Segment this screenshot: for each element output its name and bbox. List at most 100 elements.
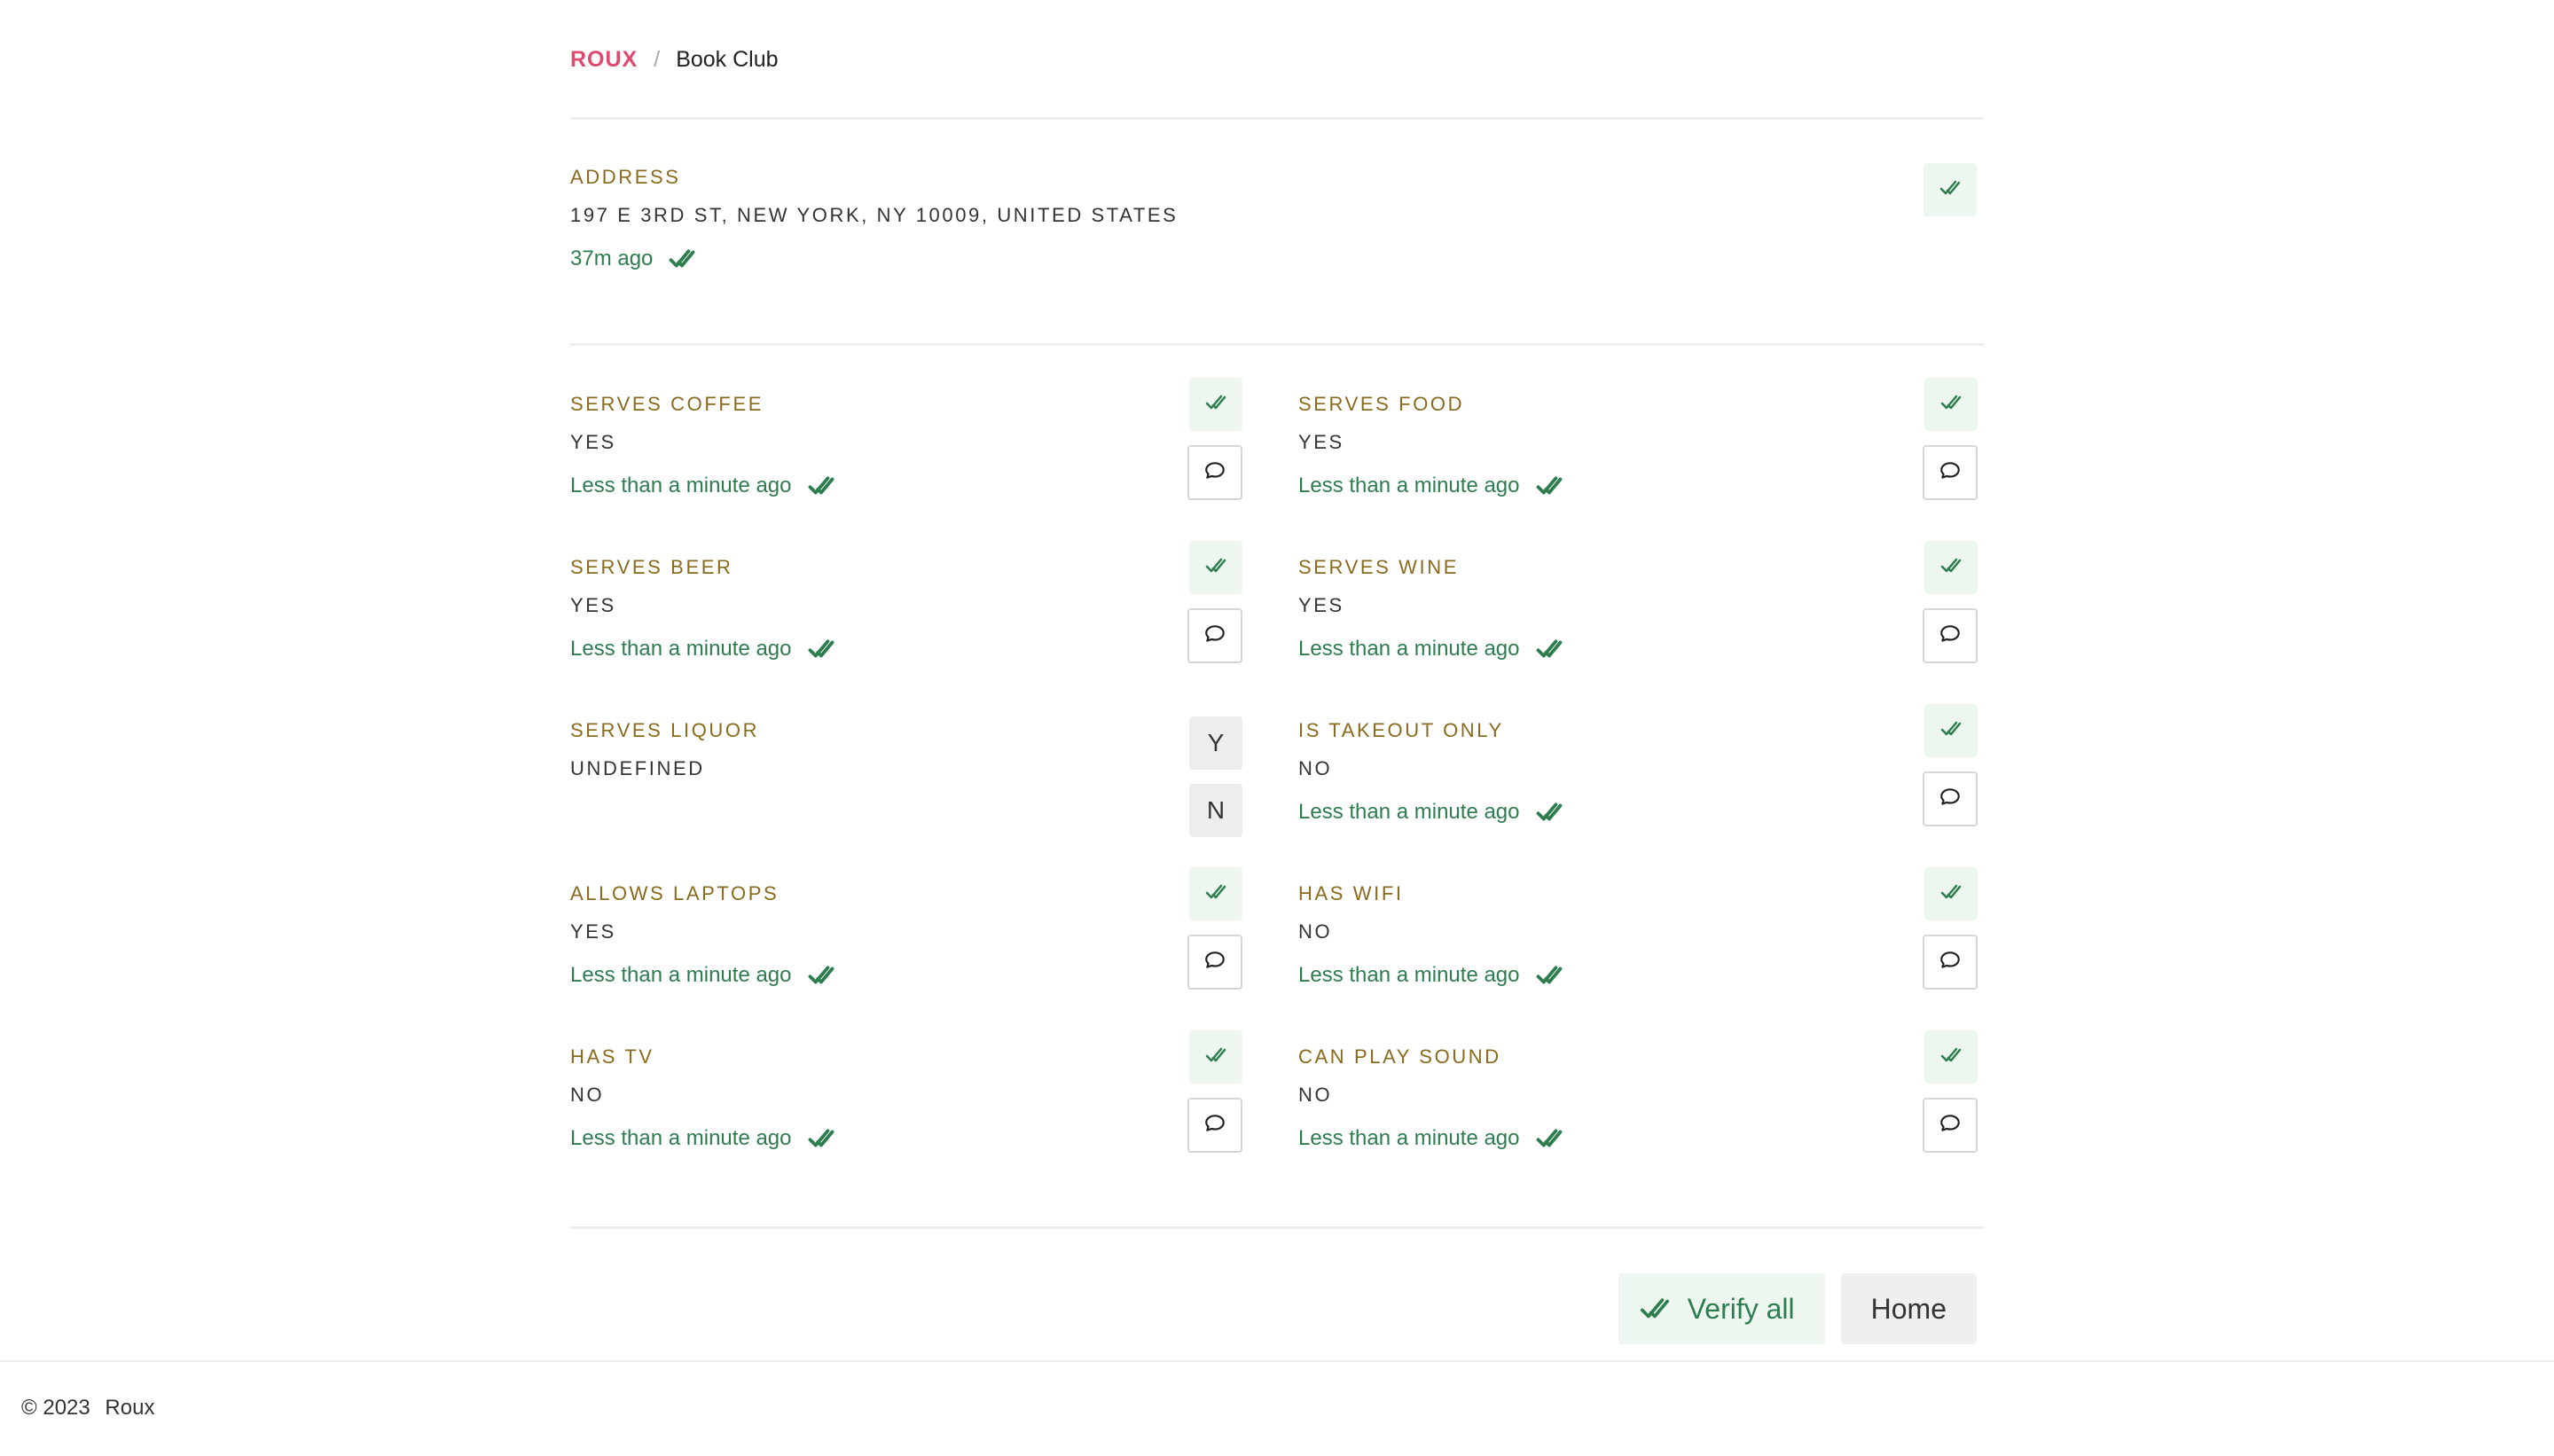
field-verified-time: Less than a minute ago xyxy=(1298,797,1563,827)
field-value: NO xyxy=(1298,757,1333,779)
footer-brand: Roux xyxy=(105,1396,155,1420)
field-label: ALLOWS LAPTOPS xyxy=(570,882,780,904)
verify-button[interactable] xyxy=(1189,378,1242,431)
double-check-icon xyxy=(808,636,834,662)
verify-button[interactable] xyxy=(1924,704,1978,757)
field-allows-laptops: ALLOWS LAPTOPS YES Less than a minute ag… xyxy=(570,867,1250,997)
double-check-icon xyxy=(1940,392,1962,418)
comment-button[interactable] xyxy=(1187,608,1242,663)
verify-all-label: Verify all xyxy=(1687,1292,1795,1325)
verify-button[interactable] xyxy=(1924,541,1978,594)
verified-time-text: Less than a minute ago xyxy=(1298,637,1520,661)
field-label: SERVES LIQUOR xyxy=(570,719,760,741)
field-verified-time: Less than a minute ago xyxy=(1298,1123,1563,1154)
field-serves-liquor: SERVES LIQUOR UNDEFINED Y N xyxy=(570,716,1250,837)
verified-time-text: 37m ago xyxy=(570,247,654,270)
field-is-takeout-only: IS TAKEOUT ONLY NO Less than a minute ag… xyxy=(1298,704,1978,834)
field-serves-food: SERVES FOOD YES Less than a minute ago xyxy=(1298,378,1978,507)
speech-bubble-icon xyxy=(1939,786,1962,813)
field-value: YES xyxy=(570,431,616,453)
divider xyxy=(570,1226,1984,1229)
double-check-icon xyxy=(669,246,695,272)
comment-button[interactable] xyxy=(1923,771,1978,826)
double-check-icon xyxy=(808,473,834,499)
divider xyxy=(570,117,1984,120)
field-address: ADDRESS 197 E 3RD ST, NEW YORK, NY 10009… xyxy=(570,163,1984,280)
double-check-icon xyxy=(1205,555,1226,581)
speech-bubble-icon xyxy=(1939,949,1962,976)
comment-button[interactable] xyxy=(1923,935,1978,990)
verified-time-text: Less than a minute ago xyxy=(1298,1126,1520,1150)
double-check-icon xyxy=(1940,555,1962,581)
footer-divider xyxy=(0,1360,2554,1362)
comment-button[interactable] xyxy=(1923,445,1978,500)
field-value: YES xyxy=(570,594,616,616)
breadcrumb-brand-link[interactable]: ROUX xyxy=(570,47,638,73)
field-verified-time: Less than a minute ago xyxy=(1298,471,1563,501)
field-verified-time: Less than a minute ago xyxy=(570,1123,834,1154)
breadcrumb-separator: / xyxy=(654,46,661,72)
field-verified-time: Less than a minute ago xyxy=(1298,960,1563,990)
double-check-icon xyxy=(808,962,834,989)
double-check-icon xyxy=(1536,1125,1563,1152)
double-check-icon xyxy=(1205,392,1226,418)
speech-bubble-icon xyxy=(1939,1112,1962,1139)
double-check-icon xyxy=(1536,962,1563,989)
verify-all-button[interactable]: Verify all xyxy=(1618,1273,1825,1344)
verify-button[interactable] xyxy=(1924,867,1978,920)
speech-bubble-icon xyxy=(1203,949,1226,976)
field-has-tv: HAS TV NO Less than a minute ago xyxy=(570,1030,1250,1160)
field-value: YES xyxy=(570,920,616,943)
field-verified-time: Less than a minute ago xyxy=(570,634,834,664)
verified-time-text: Less than a minute ago xyxy=(1298,474,1520,497)
field-value: NO xyxy=(1298,1084,1333,1106)
field-label: ADDRESS xyxy=(570,166,681,188)
comment-button[interactable] xyxy=(1187,935,1242,990)
comment-button[interactable] xyxy=(1923,1098,1978,1153)
double-check-icon xyxy=(808,1125,834,1152)
field-verified-time: 37m ago xyxy=(570,244,695,274)
comment-button[interactable] xyxy=(1187,1098,1242,1153)
double-check-icon xyxy=(1205,881,1226,907)
field-can-play-sound: CAN PLAY SOUND NO Less than a minute ago xyxy=(1298,1030,1978,1160)
speech-bubble-icon xyxy=(1939,622,1962,650)
verify-button[interactable] xyxy=(1923,163,1977,216)
double-check-icon xyxy=(1939,177,1961,203)
field-verified-time: Less than a minute ago xyxy=(570,960,834,990)
speech-bubble-icon xyxy=(1203,1112,1226,1139)
verified-time-text: Less than a minute ago xyxy=(570,1126,792,1150)
field-value: UNDEFINED xyxy=(570,757,705,779)
double-check-icon xyxy=(1940,881,1962,907)
verified-time-text: Less than a minute ago xyxy=(570,963,792,987)
field-label: SERVES BEER xyxy=(570,556,733,578)
breadcrumb-current-page: Book Club xyxy=(676,46,779,72)
field-value: 197 E 3RD ST, NEW YORK, NY 10009, UNITED… xyxy=(570,204,1179,226)
home-button[interactable]: Home xyxy=(1840,1273,1977,1344)
comment-button[interactable] xyxy=(1923,608,1978,663)
double-check-icon xyxy=(1940,1045,1962,1070)
double-check-icon xyxy=(1536,636,1563,662)
field-label: HAS TV xyxy=(570,1045,654,1068)
set-yes-button[interactable]: Y xyxy=(1189,716,1242,770)
verify-button[interactable] xyxy=(1924,1030,1978,1084)
field-label: SERVES COFFEE xyxy=(570,393,764,415)
verify-button[interactable] xyxy=(1189,541,1242,594)
field-value: NO xyxy=(570,1084,605,1106)
verify-button[interactable] xyxy=(1189,1030,1242,1084)
field-label: CAN PLAY SOUND xyxy=(1298,1045,1501,1068)
verify-button[interactable] xyxy=(1924,378,1978,431)
double-check-icon xyxy=(1940,718,1962,744)
speech-bubble-icon xyxy=(1203,622,1226,650)
set-no-button[interactable]: N xyxy=(1189,784,1242,837)
field-has-wifi: HAS WIFI NO Less than a minute ago xyxy=(1298,867,1978,997)
field-label: IS TAKEOUT ONLY xyxy=(1298,719,1504,741)
footer: © 2023 Roux xyxy=(21,1396,154,1421)
verified-time-text: Less than a minute ago xyxy=(1298,800,1520,824)
divider xyxy=(570,343,1984,346)
verify-button[interactable] xyxy=(1189,867,1242,920)
speech-bubble-icon xyxy=(1203,459,1226,487)
field-serves-beer: SERVES BEER YES Less than a minute ago xyxy=(570,541,1250,670)
comment-button[interactable] xyxy=(1187,445,1242,500)
field-verified-time: Less than a minute ago xyxy=(1298,634,1563,664)
verified-time-text: Less than a minute ago xyxy=(1298,963,1520,987)
